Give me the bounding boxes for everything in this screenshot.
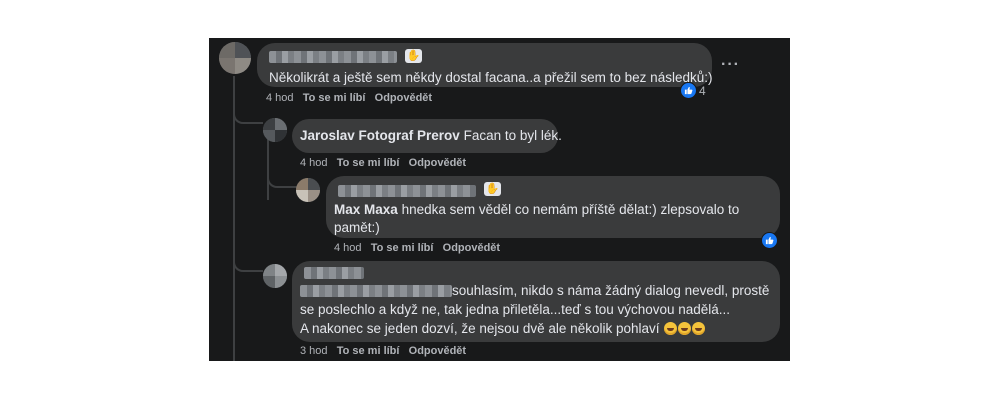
comment-body: hnedka sem věděl co nemám příště dělat:)… [401, 202, 740, 217]
thread-line [267, 138, 269, 200]
author-name[interactable]: Jaroslav Fotograf Prerov [300, 128, 460, 143]
comment-text: Jaroslav Fotograf Prerov Facan to byl lé… [300, 126, 562, 145]
thread-curve [233, 260, 263, 272]
comment-bubble: ✋ Max Maxa hnedka sem věděl co nemám pří… [326, 176, 780, 238]
comment-text-line1: souhlasím, nikdo s náma žádný dialog nev… [452, 283, 770, 298]
timestamp[interactable]: 4 hod [266, 92, 294, 104]
like-thumb-icon [761, 232, 778, 249]
author-name-blurred[interactable] [338, 185, 476, 197]
comment-bubble: ✋ Několikrát a ještě sem někdy dostal fa… [257, 43, 712, 87]
avatar[interactable] [263, 264, 287, 288]
author-name-blurred[interactable] [304, 267, 364, 279]
reaction-count[interactable]: 4 [699, 84, 706, 98]
mentioned-user[interactable]: Max Maxa [334, 202, 398, 217]
reply-button[interactable]: Odpovědět [443, 242, 500, 254]
avatar[interactable] [263, 118, 287, 142]
comment-meta: 4 hod To se mi líbí Odpovědět [300, 157, 466, 169]
author-name-blurred[interactable] [300, 285, 452, 297]
avatar[interactable] [296, 178, 320, 202]
fan-badge-icon: ✋ [484, 182, 501, 196]
timestamp[interactable]: 4 hod [300, 157, 328, 169]
comment-text-line3: A nakonec se jeden dozví, že nejsou dvě … [300, 319, 706, 338]
comment-text: Max Maxa hnedka sem věděl co nemám příšt… [334, 200, 739, 219]
comment-meta: 4 hod To se mi líbí Odpovědět [334, 242, 500, 254]
like-button[interactable]: To se mi líbí [371, 242, 434, 254]
reply-button[interactable]: Odpovědět [409, 157, 466, 169]
comment-bubble: souhlasím, nikdo s náma žádný dialog nev… [292, 261, 780, 342]
comment-text-line2: se poslechlo a když ne, tak jedna přilet… [300, 302, 731, 317]
comment-meta: 4 hod To se mi líbí Odpovědět [266, 92, 432, 104]
thread-curve [267, 176, 297, 188]
laughing-emoji-icon [692, 322, 706, 335]
laughing-emoji-icon [664, 322, 678, 335]
like-button[interactable]: To se mi líbí [337, 345, 400, 357]
reply-button[interactable]: Odpovědět [375, 92, 432, 104]
comment-text: Několikrát a ještě sem někdy dostal faca… [269, 70, 713, 85]
like-thumb-icon [680, 82, 697, 99]
laughing-emoji-icon [678, 322, 692, 335]
timestamp[interactable]: 4 hod [334, 242, 362, 254]
fan-badge-icon: ✋ [405, 49, 422, 63]
comment-meta: 3 hod To se mi líbí Odpovědět [300, 345, 466, 357]
timestamp[interactable]: 3 hod [300, 345, 328, 357]
like-button[interactable]: To se mi líbí [303, 92, 366, 104]
like-button[interactable]: To se mi líbí [337, 157, 400, 169]
comment-text-line2: pamět:) [334, 220, 380, 235]
author-name-blurred[interactable] [269, 51, 397, 63]
more-options-icon[interactable]: ··· [721, 56, 740, 74]
comments-panel: ✋ Několikrát a ještě sem někdy dostal fa… [209, 38, 790, 361]
comment-bubble: Jaroslav Fotograf Prerov Facan to byl lé… [292, 119, 562, 153]
thread-curve [233, 112, 263, 124]
comment-body: Facan to byl lék. [463, 128, 562, 143]
reply-button[interactable]: Odpovědět [409, 345, 466, 357]
avatar[interactable] [219, 42, 251, 74]
